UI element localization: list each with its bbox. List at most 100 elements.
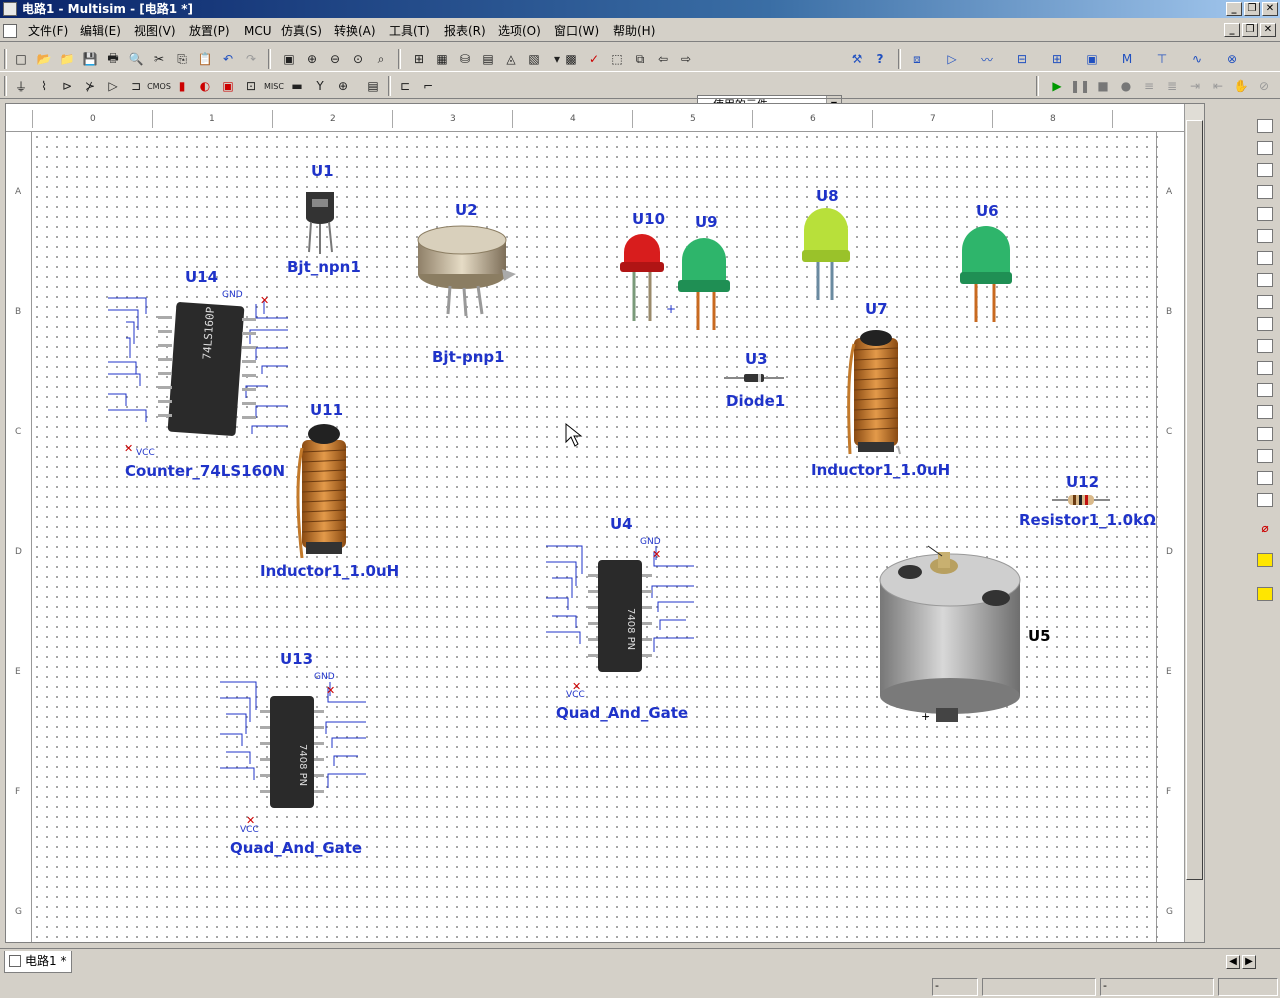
step-out-icon[interactable]: ⇤ [1209, 77, 1227, 95]
u3-diode[interactable] [724, 374, 784, 382]
ultiboard-icon[interactable]: ⧉ [631, 50, 649, 68]
u10-led-red[interactable] [620, 234, 664, 321]
save-icon[interactable]: 💾 [81, 50, 99, 68]
word-generator-icon[interactable]: ▣ [1083, 50, 1101, 68]
logic-converter-icon[interactable] [1257, 317, 1273, 331]
menu-tools[interactable]: 工具(T) [389, 23, 430, 39]
iv-analyzer-icon[interactable]: ∿ [1188, 50, 1206, 68]
restore-button[interactable]: ❐ [1244, 2, 1260, 16]
hand-icon[interactable]: ✋ [1232, 77, 1250, 95]
four-channel-scope-icon[interactable] [1257, 207, 1273, 221]
u8-led-yellow[interactable] [802, 208, 850, 300]
copy-icon[interactable]: ⎘ [173, 50, 191, 68]
agilent-generator-icon[interactable] [1257, 427, 1273, 441]
u4-ic[interactable]: 7408 PN ✕ ✕ [546, 545, 694, 693]
multimeter-icon[interactable] [1257, 119, 1273, 133]
bode-icon[interactable]: ⊞ [1048, 50, 1066, 68]
u9-led-green[interactable] [678, 238, 730, 330]
undo-icon[interactable]: ↶ [219, 50, 237, 68]
frequency-counter-icon[interactable] [1257, 251, 1273, 265]
paste-icon[interactable]: 📋 [196, 50, 214, 68]
tektronix-scope-icon[interactable] [1257, 493, 1273, 507]
network-analyzer-icon[interactable] [1257, 405, 1273, 419]
u6-led-green[interactable] [960, 226, 1012, 322]
source-icon[interactable]: ⏚ [12, 77, 30, 95]
step-icon[interactable]: ≡ [1140, 77, 1158, 95]
menu-transfer[interactable]: 转换(A) [334, 23, 376, 39]
signal-generator-icon[interactable]: ▷ [943, 50, 961, 68]
database-icon[interactable]: ⛁ [456, 50, 474, 68]
u12-resistor[interactable] [1052, 495, 1110, 505]
u13-ic[interactable]: 7408 PN ✕ ✕ [220, 681, 366, 827]
analog-icon[interactable]: ▷ [104, 77, 122, 95]
run-icon[interactable]: ▶ [1048, 77, 1066, 95]
zoom-in-icon[interactable]: ⊕ [303, 50, 321, 68]
cut-icon[interactable]: ✂ [150, 50, 168, 68]
u7-inductor[interactable] [847, 330, 901, 455]
tab-circuit1[interactable]: 电路1 * [4, 951, 72, 973]
document-icon[interactable] [3, 24, 17, 38]
help-icon[interactable]: ? [871, 50, 889, 68]
analyzer-icon[interactable]: ⊟ [1013, 50, 1031, 68]
misc-icon[interactable]: MISC [264, 77, 284, 95]
schematic-workspace[interactable]: 0 1 2 3 4 5 6 7 8 A B C D E F G A B C D … [5, 103, 1205, 943]
menu-window[interactable]: 窗口(W) [554, 23, 599, 39]
menu-view[interactable]: 视图(V) [134, 23, 176, 39]
component-wizard-icon[interactable]: ▤ [479, 50, 497, 68]
misc-digital-icon[interactable]: ⊡ [242, 77, 260, 95]
logic-analyzer-icon[interactable]: M [1118, 50, 1136, 68]
breakpoint-icon[interactable]: ● [1117, 77, 1135, 95]
u2-transistor[interactable] [417, 225, 516, 317]
back-annotate-icon[interactable]: ⇦ [654, 50, 672, 68]
labview-icon[interactable] [1257, 553, 1273, 567]
menu-options[interactable]: 选项(O) [498, 23, 541, 39]
education-icon[interactable]: ⚒ [848, 50, 866, 68]
minimize-button[interactable]: _ [1226, 2, 1242, 16]
menu-file[interactable]: 文件(F) [28, 23, 68, 39]
fullscreen-icon[interactable]: ▣ [280, 50, 298, 68]
u5-motor[interactable] [879, 545, 1021, 722]
cmos-icon[interactable]: CMOS [147, 77, 171, 95]
current-probe-icon[interactable] [1257, 587, 1273, 601]
ttl-icon[interactable]: ⊐ [127, 77, 145, 95]
region-icon[interactable]: ⬚ [608, 50, 626, 68]
diode-icon[interactable]: ⊳ [58, 77, 76, 95]
probe-icon[interactable]: ⊗ [1223, 50, 1241, 68]
spectrum-analyzer-icon[interactable] [1257, 383, 1273, 397]
logic-converter-icon[interactable]: ⊤ [1153, 50, 1171, 68]
step-into-icon[interactable]: ≣ [1163, 77, 1181, 95]
bode-plotter-icon[interactable] [1257, 229, 1273, 243]
postprocessor-icon[interactable]: ▧ [525, 50, 543, 68]
peripherals-icon[interactable]: ▬ [288, 77, 306, 95]
vertical-scrollbar[interactable] [1184, 104, 1204, 942]
zoom-out-icon[interactable]: ⊖ [326, 50, 344, 68]
tab-scroll-left-icon[interactable]: ◀ [1226, 955, 1240, 969]
pause-icon[interactable]: ❚❚ [1070, 77, 1090, 95]
open-folder-icon[interactable]: 📂 [35, 50, 53, 68]
size-grip[interactable] [1218, 978, 1278, 996]
electromechanical-icon[interactable]: ⊕ [334, 77, 352, 95]
u11-inductor[interactable] [296, 424, 347, 559]
print-icon[interactable]: 🖶 [104, 50, 122, 68]
distortion-analyzer-icon[interactable] [1257, 361, 1273, 375]
menu-place[interactable]: 放置(P) [189, 23, 230, 39]
agilent-multimeter-icon[interactable] [1257, 449, 1273, 463]
stop-icon[interactable]: ■ [1094, 77, 1112, 95]
remove-breakpoints-icon[interactable]: ⊘ [1255, 77, 1273, 95]
mdi-restore-button[interactable]: ❐ [1242, 23, 1258, 37]
print-preview-icon[interactable]: 🔍 [127, 50, 145, 68]
forward-annotate-icon[interactable]: ⇨ [677, 50, 695, 68]
rf-icon[interactable]: Y [311, 77, 329, 95]
bus-icon[interactable]: ⌐ [419, 77, 437, 95]
spreadsheet-icon[interactable]: ▦ [433, 50, 451, 68]
u1-transistor[interactable] [306, 192, 334, 254]
wattmeter-icon[interactable] [1257, 163, 1273, 177]
close-button[interactable]: ✕ [1262, 2, 1278, 16]
u14-ic[interactable]: 74LS160P ✕ ✕ [108, 294, 288, 455]
menu-simulate[interactable]: 仿真(S) [281, 23, 322, 39]
tab-scroll-right-icon[interactable]: ▶ [1242, 955, 1256, 969]
function-generator-icon[interactable] [1257, 141, 1273, 155]
oscilloscope-icon[interactable] [1257, 185, 1273, 199]
scroll-thumb[interactable] [1186, 120, 1203, 880]
erc-icon[interactable]: ✓ [585, 50, 603, 68]
